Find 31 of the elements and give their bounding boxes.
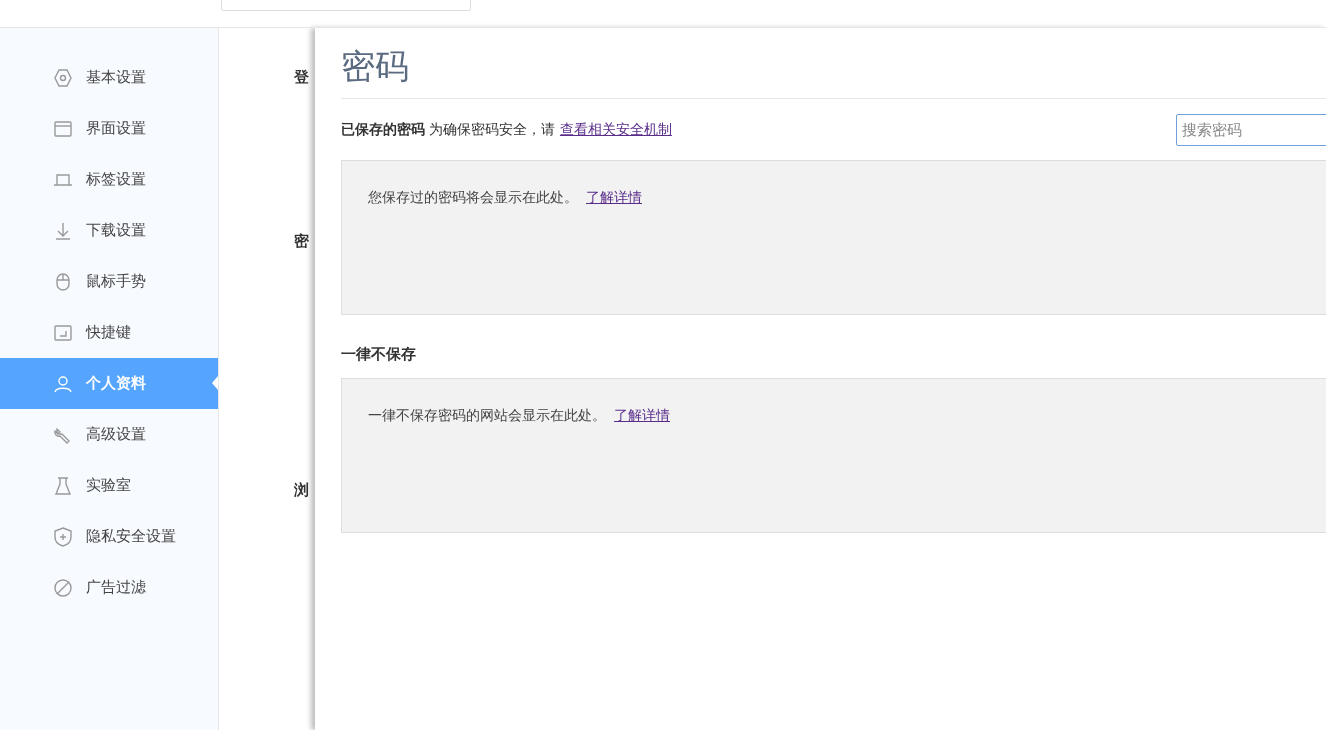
sidebar-icon <box>53 475 73 496</box>
sidebar-icon <box>53 220 73 241</box>
panel-title: 密码 <box>341 28 1326 99</box>
password-search-field[interactable]: 搜索密码 <box>1176 114 1326 146</box>
sidebar-item[interactable]: 隐私安全设置 <box>0 511 218 562</box>
empty-message: 一律不保存密码的网站会显示在此处。 <box>368 407 606 423</box>
sidebar-icon <box>53 373 73 394</box>
section-heading: 浏 <box>294 481 310 500</box>
sidebar-item[interactable]: 快捷键 <box>0 307 218 358</box>
sidebar-item[interactable]: 实验室 <box>0 460 218 511</box>
sidebar-icon <box>53 118 73 139</box>
security-link[interactable]: 查看相关安全机制 <box>559 121 672 137</box>
sidebar-item[interactable]: 广告过滤 <box>0 562 218 613</box>
sidebar-item[interactable]: 标签设置 <box>0 154 218 205</box>
sidebar-item[interactable]: 鼠标手势 <box>0 256 218 307</box>
sidebar-icon <box>53 271 73 292</box>
section-heading: 登 <box>294 68 310 87</box>
section-description: 已保存的密码 为确保密码安全，请 查看相关安全机制 <box>341 121 672 139</box>
sidebar-icon <box>53 526 73 547</box>
learn-more-link[interactable]: 了解详情 <box>586 189 642 205</box>
empty-message: 您保存过的密码将会显示在此处。 <box>368 189 578 205</box>
learn-more-link[interactable]: 了解详情 <box>614 407 670 423</box>
sidebar-icon <box>53 577 73 598</box>
section-heading: 密 <box>294 232 310 251</box>
sidebar-item[interactable]: 高级设置 <box>0 409 218 460</box>
section-heading: 一律不保存 <box>341 345 417 364</box>
sidebar-icon <box>53 67 73 88</box>
sidebar-item[interactable]: 基本设置 <box>0 52 218 103</box>
sidebar-item[interactable]: 界面设置 <box>0 103 218 154</box>
sidebar-icon <box>53 322 73 343</box>
sidebar-item[interactable]: 下载设置 <box>0 205 218 256</box>
